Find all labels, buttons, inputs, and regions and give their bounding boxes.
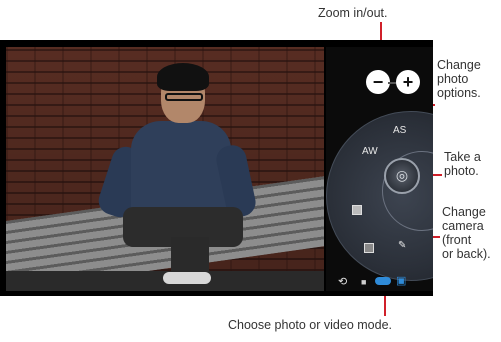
camera-switch-icon[interactable]: ⟲: [338, 276, 347, 288]
callout-photo-options-line2: photo: [437, 72, 469, 86]
mode-toggle[interactable]: [375, 277, 391, 285]
camera-screen: − + AW AS ✎ ◎ ⟲ ■ ▣: [0, 40, 433, 296]
callout-change-camera-line2: camera: [442, 219, 484, 233]
gallery-icon[interactable]: [364, 243, 374, 253]
callout-mode: Choose photo or video mode.: [228, 318, 392, 332]
callout-photo-options-line1: Change: [437, 58, 481, 72]
callout-take-photo-line2: photo.: [444, 164, 479, 178]
shoe: [163, 272, 211, 284]
torso: [131, 121, 231, 216]
shutter-button[interactable]: ◎: [384, 158, 420, 194]
zoom-out-button[interactable]: −: [366, 70, 390, 94]
hdr-icon[interactable]: AW: [362, 146, 378, 158]
callout-take-photo-line1: Take a: [444, 150, 481, 164]
settings-wrench-icon[interactable]: ✎: [398, 240, 406, 252]
glasses: [165, 93, 203, 101]
picture-size-icon[interactable]: [352, 205, 362, 215]
camera-viewfinder[interactable]: [6, 47, 324, 291]
scene-icon[interactable]: AS: [393, 125, 406, 137]
callout-zoom: Zoom in/out.: [318, 6, 388, 20]
beanie: [157, 63, 209, 91]
photo-mode-icon[interactable]: ▣: [396, 275, 406, 287]
callout-change-camera: Change camera (front or back).: [442, 205, 491, 261]
camera-controls-panel: − + AW AS ✎ ◎ ⟲ ■ ▣: [326, 47, 433, 291]
video-mode-icon[interactable]: ■: [361, 276, 366, 288]
callout-photo-options-line3: options.: [437, 86, 481, 100]
zoom-in-button[interactable]: +: [396, 70, 420, 94]
callout-change-camera-line3: (front: [442, 233, 472, 247]
subject-person: [95, 63, 259, 284]
callout-take-photo: Take a photo.: [444, 150, 481, 178]
callout-change-camera-line1: Change: [442, 205, 486, 219]
callout-change-camera-line4: or back).: [442, 247, 491, 261]
callout-photo-options: Change photo options.: [437, 58, 481, 100]
